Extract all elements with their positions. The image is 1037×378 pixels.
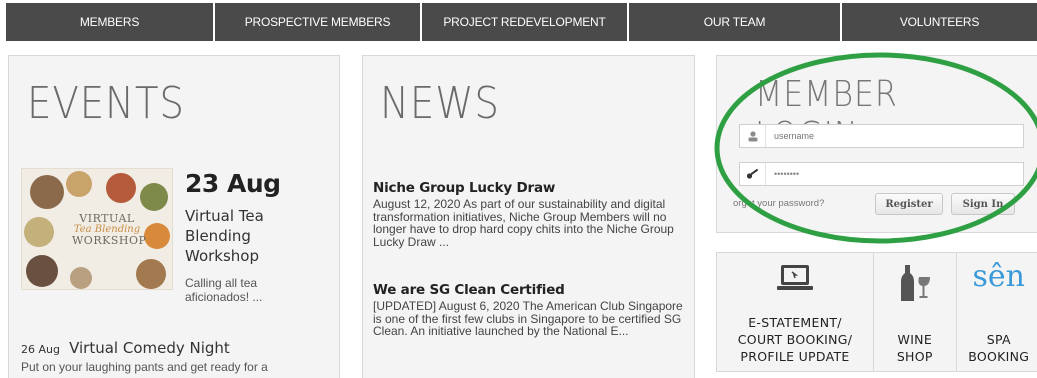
event-2-heading[interactable]: 26 Aug Virtual Comedy Night (21, 338, 230, 357)
nav-members[interactable]: MEMBERS (6, 3, 215, 41)
member-login-panel: MEMBER LOGIN orgot your password? Regist… (716, 55, 1037, 233)
nav-project-redevelopment[interactable]: PROJECT REDEVELOPMENT (422, 3, 629, 41)
quick-links: E-STATEMENT/ COURT BOOKING/ PROFILE UPDA… (716, 252, 1037, 372)
news-item[interactable]: Niche Group Lucky Draw August 12, 2020 A… (373, 180, 691, 248)
news-item-body: August 12, 2020 As part of our sustainab… (373, 197, 674, 249)
event-2-title[interactable]: Virtual Comedy Night (69, 339, 230, 357)
wine-shop-tile[interactable]: WINE SHOP (874, 253, 957, 371)
news-item[interactable]: We are SG Clean Certified [UPDATED] Augu… (373, 282, 691, 338)
news-item-body: [UPDATED] August 6, 2020 The American Cl… (373, 299, 683, 338)
news-title: NEWS (380, 78, 500, 129)
password-input[interactable] (774, 169, 1014, 179)
key-icon (740, 163, 766, 185)
register-button[interactable]: Register (875, 193, 943, 215)
event-description: Calling all tea aficionados! ... (185, 276, 263, 304)
events-panel: EVENTS VIRTUAL Tea Blending WORKSHOP 23 … (8, 55, 340, 378)
poster-line-3: WORKSHOP (72, 234, 147, 248)
username-field[interactable] (739, 124, 1024, 148)
forgot-password-link[interactable]: orgot your password? (733, 198, 824, 209)
sign-in-button[interactable]: Sign In (951, 193, 1015, 215)
estatement-tile[interactable]: E-STATEMENT/ COURT BOOKING/ PROFILE UPDA… (717, 253, 875, 371)
poster-text: VIRTUAL Tea Blending WORKSHOP (72, 212, 147, 248)
main-nav: MEMBERS PROSPECTIVE MEMBERS PROJECT REDE… (6, 3, 1037, 41)
spa-booking-label: SPA BOOKING (968, 332, 1030, 364)
spa-booking-tile[interactable]: sên SPA BOOKING (956, 253, 1037, 371)
news-item-title[interactable]: Niche Group Lucky Draw (373, 180, 691, 196)
nav-our-team[interactable]: OUR TEAM (629, 3, 842, 41)
poster-line-1: VIRTUAL (79, 212, 135, 225)
events-title: EVENTS (27, 78, 185, 129)
news-panel: NEWS Niche Group Lucky Draw August 12, 2… (362, 55, 695, 378)
sen-logo-icon: sên (972, 259, 1026, 294)
wine-shop-label: WINE SHOP (896, 332, 933, 364)
event-2-date: 26 Aug (21, 343, 60, 356)
laptop-icon (775, 263, 815, 297)
nav-prospective-members[interactable]: PROSPECTIVE MEMBERS (215, 3, 422, 41)
event-2-description: Put on your laughing pants and get ready… (21, 360, 268, 374)
event-title[interactable]: Virtual Tea Blending Workshop (185, 206, 315, 266)
news-item-title[interactable]: We are SG Clean Certified (373, 282, 691, 298)
wine-bottle-icon (897, 263, 933, 307)
event-poster-image[interactable]: VIRTUAL Tea Blending WORKSHOP (21, 168, 173, 290)
username-input[interactable] (774, 131, 1014, 141)
password-field[interactable] (739, 162, 1024, 186)
estatement-label: E-STATEMENT/ COURT BOOKING/ PROFILE UPDA… (737, 315, 853, 364)
user-icon (740, 125, 766, 147)
event-date: 23 Aug (185, 169, 281, 198)
nav-volunteers[interactable]: VOLUNTEERS (842, 3, 1037, 41)
